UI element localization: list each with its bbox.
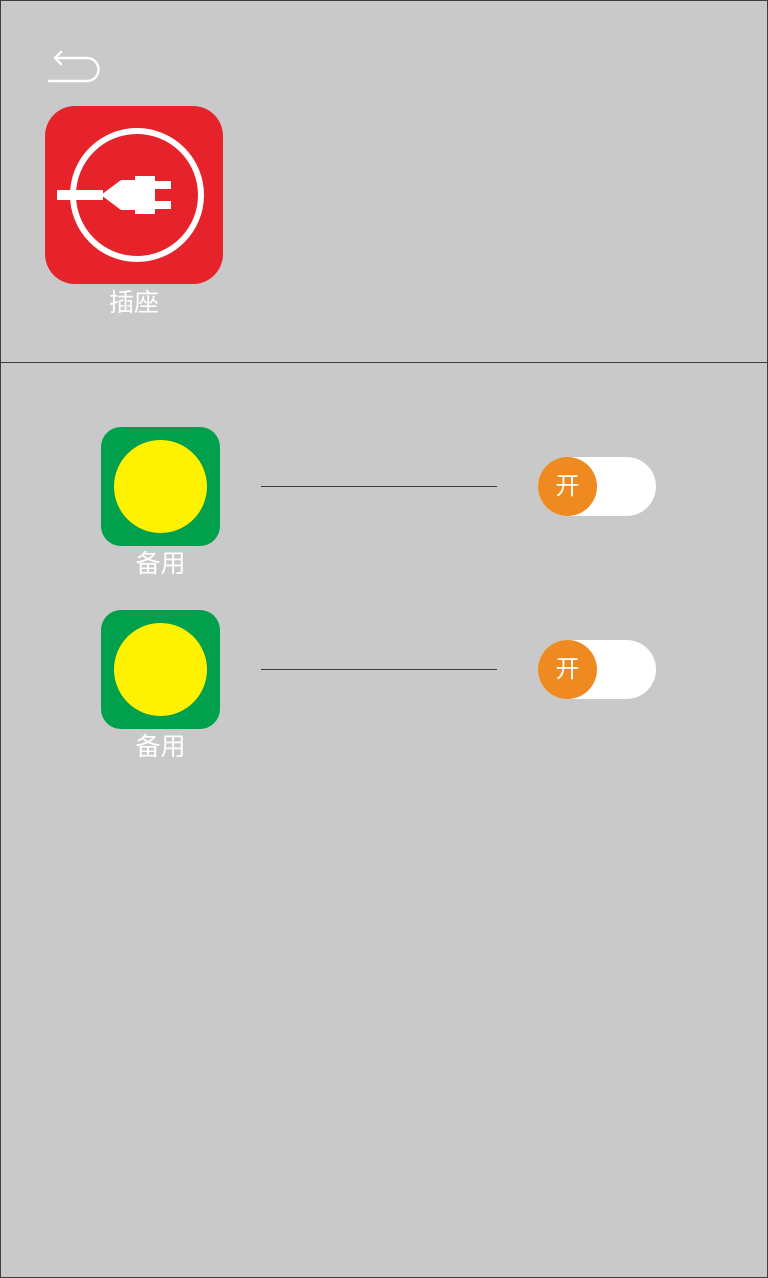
- outlet-label: 备用: [135, 549, 186, 578]
- outlet-label: 备用: [135, 732, 186, 761]
- back-button[interactable]: [41, 47, 103, 83]
- lamp-indicator-icon: [101, 610, 220, 729]
- screen: 插座 备用 开 备用 开: [0, 0, 768, 1278]
- power-plug-icon: [57, 128, 204, 262]
- switch-knob: 开: [538, 457, 597, 516]
- lamp-indicator: [114, 623, 207, 716]
- connector-line: [261, 486, 497, 487]
- device-label: 插座: [108, 288, 159, 317]
- lamp-indicator: [114, 440, 207, 533]
- lamp-indicator-icon: [101, 427, 220, 546]
- outlet-switch[interactable]: 开: [538, 640, 656, 699]
- device-tile[interactable]: [45, 106, 223, 284]
- outlet-row: 备用 开: [1, 427, 767, 587]
- outlet-switch[interactable]: 开: [538, 457, 656, 516]
- outlet-row: 备用 开: [1, 610, 767, 770]
- switch-knob: 开: [538, 640, 597, 699]
- header: 插座: [1, 1, 767, 363]
- connector-line: [261, 669, 497, 670]
- back-arrow-icon: [47, 50, 100, 83]
